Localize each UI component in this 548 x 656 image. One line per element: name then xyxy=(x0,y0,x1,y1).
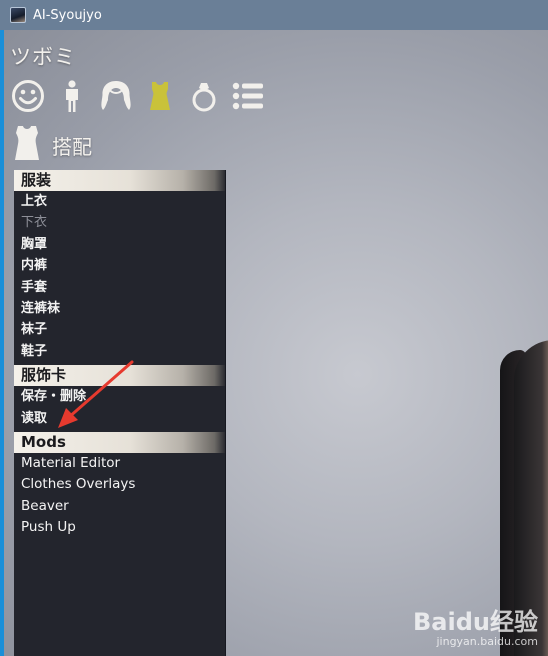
category-icon-bar xyxy=(10,78,266,114)
body-icon[interactable] xyxy=(54,78,90,114)
menu-item-clothes-overlays[interactable]: Clothes Overlays xyxy=(14,474,225,495)
face-icon[interactable] xyxy=(10,78,46,114)
menu-item-socks[interactable]: 袜子 xyxy=(14,319,225,340)
watermark-brand: Baidu经验 xyxy=(413,608,538,636)
window-title-bar[interactable]: AI-Syoujyo xyxy=(0,0,548,30)
accessory-ring-icon[interactable] xyxy=(186,78,222,114)
menu-item-beaver[interactable]: Beaver xyxy=(14,496,225,517)
menu-item-top[interactable]: 上衣 xyxy=(14,191,225,212)
hair-icon[interactable] xyxy=(98,78,134,114)
app-name: ツボミ xyxy=(10,45,76,69)
watermark: Baidu经验 jingyan.baidu.com xyxy=(413,602,538,648)
menu-item-gloves[interactable]: 手套 xyxy=(14,277,225,298)
group-header-clothing: 服装 xyxy=(14,170,225,191)
coordinate-menu-panel: 服装 上衣 下衣 胸罩 内裤 手套 连裤袜 袜子 鞋子 服饰卡 保存・删除 读取… xyxy=(14,170,225,656)
section-label: 搭配 xyxy=(52,134,92,159)
group-header-mods: Mods xyxy=(14,431,225,453)
clothing-icon[interactable] xyxy=(142,78,178,114)
group-header-outfit-card: 服饰卡 xyxy=(14,365,225,387)
list-icon[interactable] xyxy=(230,78,266,114)
menu-item-material-editor[interactable]: Material Editor xyxy=(14,453,225,474)
menu-item-shoes[interactable]: 鞋子 xyxy=(14,341,225,362)
menu-item-push-up[interactable]: Push Up xyxy=(14,517,225,538)
menu-item-pantyhose[interactable]: 连裤袜 xyxy=(14,298,225,319)
menu-item-save-delete[interactable]: 保存・删除 xyxy=(14,386,225,407)
window-title: AI-Syoujyo xyxy=(33,7,102,23)
shirt-icon xyxy=(12,124,42,166)
menu-item-underwear[interactable]: 内裤 xyxy=(14,255,225,276)
app-icon xyxy=(10,7,26,23)
menu-item-load[interactable]: 读取 xyxy=(14,408,225,429)
menu-item-bottom[interactable]: 下衣 xyxy=(14,212,225,233)
menu-item-bra[interactable]: 胸罩 xyxy=(14,234,225,255)
section-heading: 搭配 xyxy=(12,124,92,166)
